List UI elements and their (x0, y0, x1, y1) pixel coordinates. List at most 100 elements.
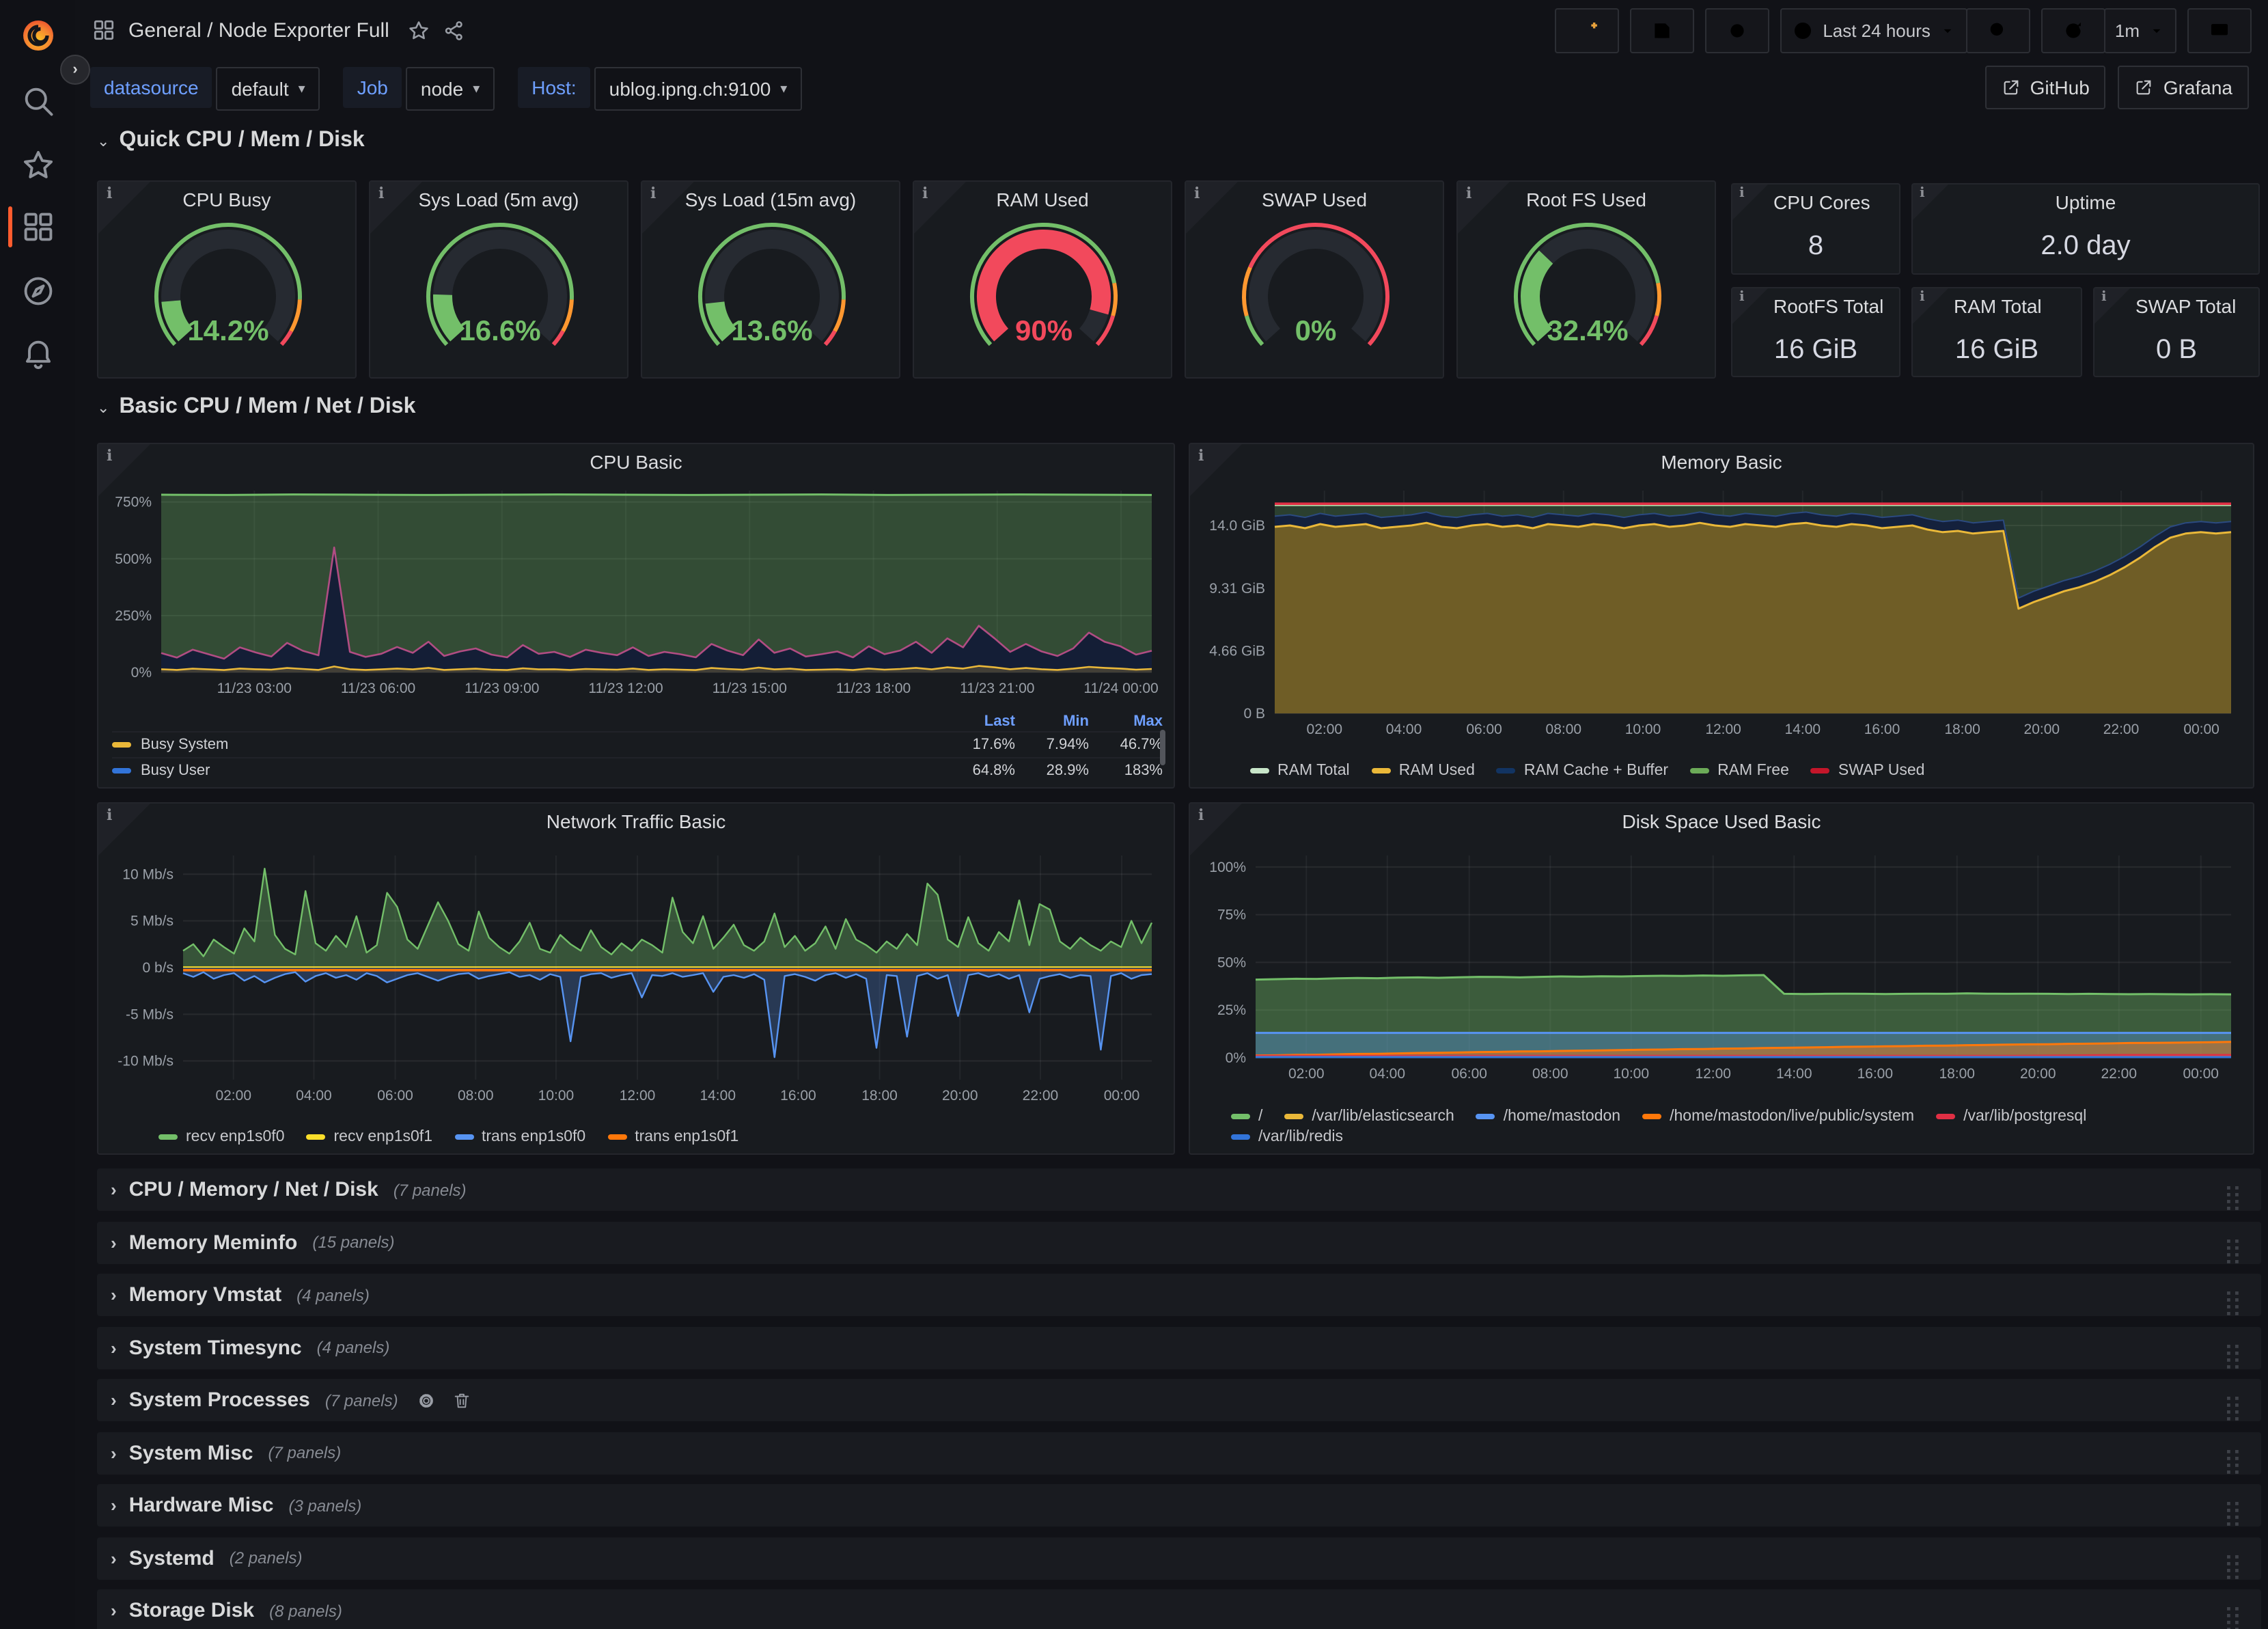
panel-title[interactable]: Network Traffic Basic (139, 810, 1133, 832)
variable-value-datasource[interactable]: default▾ (217, 67, 320, 111)
dashboards-icon[interactable] (20, 209, 56, 245)
github-link[interactable]: GitHub (1985, 66, 2106, 109)
legend-item-swap-used[interactable]: SWAP Used (1811, 763, 1925, 779)
disk-space-plot-area[interactable]: 02:0004:0006:0008:0010:0012:0014:0016:00… (1198, 836, 2245, 1091)
row-storage-disk[interactable]: ›Storage Disk(8 panels) (97, 1589, 2261, 1629)
legend-item-trans-enp1s0f1[interactable]: trans enp1s0f1 (607, 1129, 738, 1145)
legend-item-var-lib-redis[interactable]: /var/lib/redis (1231, 1129, 1343, 1145)
row-memory-vmstat[interactable]: ›Memory Vmstat(4 panels) (97, 1274, 2261, 1316)
legend-item-recv-enp1s0f1[interactable]: recv enp1s0f1 (307, 1129, 433, 1145)
variable-value-job[interactable]: node▾ (406, 67, 495, 111)
alerting-bell-icon[interactable] (20, 336, 56, 372)
row-cpu-memory-net-disk[interactable]: ›CPU / Memory / Net / Disk(7 panels) (97, 1168, 2261, 1211)
panel-title[interactable]: RAM Used (955, 189, 1130, 210)
legend-item-trans-enp1s0f0[interactable]: trans enp1s0f0 (454, 1129, 585, 1145)
network-traffic-plot-area[interactable]: 02:0004:0006:0008:0010:0012:0014:0016:00… (107, 836, 1165, 1112)
memory-basic-plot-area[interactable]: 02:0004:0006:0008:0010:0012:0014:0016:00… (1198, 477, 2245, 746)
info-icon[interactable]: i (378, 184, 384, 202)
gauge-panel-ram-used: iRAM Used90% (913, 180, 1172, 379)
info-icon[interactable]: i (1920, 290, 1925, 305)
legend-scrollbar[interactable] (1160, 730, 1165, 765)
info-icon[interactable]: i (922, 184, 928, 202)
add-panel-button[interactable] (1555, 8, 1619, 53)
grafana-logo[interactable] (20, 18, 56, 53)
time-range-picker[interactable]: Last 24 hours (1780, 8, 1967, 53)
legend-item-[interactable]: / (1231, 1108, 1262, 1125)
info-icon[interactable]: i (1739, 290, 1745, 305)
row-title: Memory Meminfo (129, 1231, 298, 1254)
row-settings-gear-icon[interactable] (417, 1391, 437, 1410)
legend-item-home-mastodon[interactable]: /home/mastodon (1476, 1108, 1620, 1125)
gauge-panel-cpu-busy: iCPU Busy14.2% (97, 180, 357, 379)
info-icon[interactable]: i (107, 447, 112, 465)
svg-text:0%: 0% (1226, 1050, 1246, 1066)
panel-title[interactable]: Uptime (1954, 191, 2217, 213)
zoom-out-time-button[interactable] (1966, 8, 2030, 53)
sidebar-expand-button[interactable]: › (60, 55, 90, 85)
panel-title[interactable]: SWAP Used (1227, 189, 1402, 210)
breadcrumb[interactable]: General / Node Exporter Full (128, 18, 389, 42)
panel-title[interactable]: SWAP Total (2135, 295, 2217, 317)
row-system-processes[interactable]: ›System Processes(7 panels) (97, 1379, 2261, 1421)
starred-icon[interactable] (20, 148, 56, 183)
grafana-link[interactable]: Grafana (2118, 66, 2249, 109)
info-icon[interactable]: i (2101, 290, 2107, 305)
legend-item-var-lib-postgresql[interactable]: /var/lib/postgresql (1936, 1108, 2086, 1125)
row-memory-meminfo[interactable]: ›Memory Meminfo(15 panels) (97, 1221, 2261, 1263)
panel-title[interactable]: CPU Cores (1773, 191, 1858, 213)
legend-column-last[interactable]: Last (941, 713, 1015, 729)
legend-item-ram-used[interactable]: RAM Used (1372, 763, 1475, 779)
variable-value-host[interactable]: ublog.ipng.ch:9100▾ (594, 67, 803, 111)
panel-title[interactable]: Sys Load (5m avg) (411, 189, 586, 210)
legend-item-recv-enp1s0f0[interactable]: recv enp1s0f0 (158, 1129, 285, 1145)
explore-compass-icon[interactable] (20, 273, 56, 309)
row-systemd[interactable]: ›Systemd(2 panels) (97, 1537, 2261, 1579)
legend-item-busy-system[interactable]: Busy System (112, 737, 941, 753)
panel-title[interactable]: Sys Load (15m avg) (683, 189, 858, 210)
panel-title[interactable]: CPU Basic (139, 451, 1133, 473)
share-icon[interactable] (443, 18, 466, 42)
refresh-button[interactable] (2041, 8, 2105, 53)
panel-title[interactable]: Memory Basic (1231, 451, 2212, 473)
row-panel-count: (7 panels) (325, 1391, 398, 1410)
info-icon[interactable]: i (1920, 186, 1925, 201)
panel-fold-corner (1732, 184, 1768, 220)
info-icon[interactable]: i (1198, 447, 1204, 465)
row-system-timesync[interactable]: ›System Timesync(4 panels) (97, 1326, 2261, 1369)
legend-column-max[interactable]: Max (1089, 713, 1163, 729)
legend-swatch (112, 768, 131, 774)
legend-item-ram-free[interactable]: RAM Free (1690, 763, 1789, 779)
info-icon[interactable]: i (650, 184, 656, 202)
kiosk-mode-button[interactable] (2187, 8, 2252, 53)
info-icon[interactable]: i (1194, 184, 1200, 202)
info-icon[interactable]: i (1466, 184, 1471, 202)
legend-item-busy-user[interactable]: Busy User (112, 763, 941, 779)
info-icon[interactable]: i (107, 806, 112, 824)
save-dashboard-button[interactable] (1630, 8, 1694, 53)
legend-item-home-mastodon-live-public-system[interactable]: /home/mastodon/live/public/system (1642, 1108, 1914, 1125)
row-delete-trash-icon[interactable] (453, 1391, 472, 1410)
info-icon[interactable]: i (1739, 186, 1745, 201)
panel-title[interactable]: CPU Busy (139, 189, 314, 210)
panel-network-traffic-basic: i Network Traffic Basic 02:0004:0006:000… (97, 802, 1175, 1155)
section-basic-cpu-mem-net-disk[interactable]: ⌄Basic CPU / Mem / Net / Disk (97, 395, 415, 420)
dashboard-settings-button[interactable] (1705, 8, 1769, 53)
legend-column-min[interactable]: Min (1015, 713, 1089, 729)
cpu-basic-plot-area[interactable]: 11/23 03:0011/23 06:0011/23 09:0011/23 1… (107, 477, 1165, 705)
row-hardware-misc[interactable]: ›Hardware Misc(3 panels) (97, 1484, 2261, 1527)
legend-item-ram-total[interactable]: RAM Total (1250, 763, 1350, 779)
star-icon[interactable] (407, 18, 430, 42)
section-quick-cpu-mem-disk[interactable]: ⌄Quick CPU / Mem / Disk (97, 128, 365, 153)
panel-title[interactable]: RootFS Total (1773, 295, 1858, 317)
panel-title[interactable]: Disk Space Used Basic (1231, 810, 2212, 832)
row-title: CPU / Memory / Net / Disk (129, 1178, 378, 1201)
legend-item-var-lib-elasticsearch[interactable]: /var/lib/elasticsearch (1284, 1108, 1454, 1125)
row-system-misc[interactable]: ›System Misc(7 panels) (97, 1432, 2261, 1474)
panel-title[interactable]: Root FS Used (1499, 189, 1674, 210)
legend-item-ram-cache-buffer[interactable]: RAM Cache + Buffer (1497, 763, 1668, 779)
search-icon[interactable] (20, 83, 56, 119)
info-icon[interactable]: i (107, 184, 112, 202)
info-icon[interactable]: i (1198, 806, 1204, 824)
panel-title[interactable]: RAM Total (1954, 295, 2040, 317)
refresh-interval-picker[interactable]: 1m (2104, 8, 2176, 53)
